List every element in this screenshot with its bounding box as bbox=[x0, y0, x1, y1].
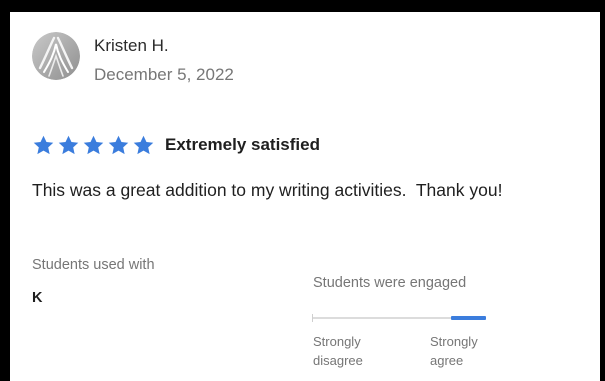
review-text: This was a great addition to my writing … bbox=[32, 180, 503, 200]
engagement-low-caption-line1: Strongly bbox=[313, 334, 361, 349]
star-rating bbox=[32, 134, 157, 157]
star-icon bbox=[108, 135, 129, 154]
grade-level-value: K bbox=[32, 290, 43, 306]
engagement-label: Students were engaged bbox=[313, 275, 467, 291]
engagement-low-caption-line2: disagree bbox=[313, 353, 363, 368]
star-icon bbox=[133, 135, 154, 154]
engagement-scale-low-caption: Strongly disagree bbox=[313, 332, 363, 370]
reviewer-name: Kristen H. bbox=[94, 36, 169, 55]
review-date: December 5, 2022 bbox=[94, 65, 234, 84]
rating-row: Extremely satisfied bbox=[32, 133, 320, 157]
engagement-high-caption-line1: Strongly bbox=[430, 334, 478, 349]
rating-label: Extremely satisfied bbox=[165, 135, 320, 154]
engagement-scale-fill bbox=[451, 316, 486, 320]
star-icon bbox=[83, 135, 104, 154]
star-icon bbox=[58, 135, 79, 154]
students-used-with-label: Students used with bbox=[32, 257, 155, 273]
star-icon bbox=[33, 135, 54, 154]
reviewer-avatar-icon bbox=[32, 32, 80, 80]
engagement-scale-start-tick bbox=[312, 314, 313, 322]
engagement-high-caption-line2: agree bbox=[430, 353, 464, 368]
engagement-scale-high-caption: Strongly agree bbox=[430, 332, 478, 370]
